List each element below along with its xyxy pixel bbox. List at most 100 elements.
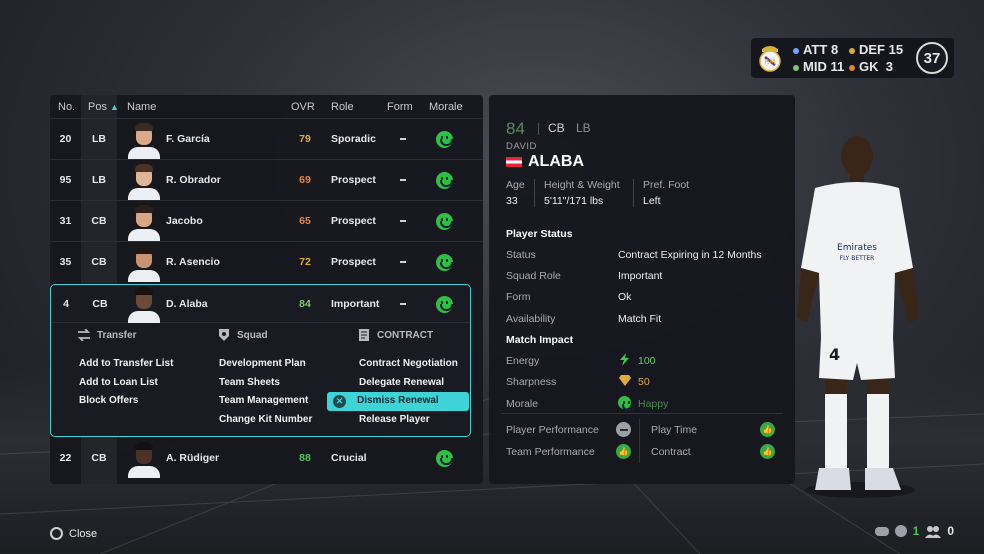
row-ovr: 65 [299,215,311,227]
header-name[interactable]: Name [127,101,156,113]
row-no: 95 [59,174,72,186]
mid-dot [793,64,799,71]
row-pos: LB [92,133,106,145]
friends-icon [925,525,942,538]
header-role[interactable]: Role [331,101,354,113]
svg-text:Emirates: Emirates [837,243,877,253]
status-value: Contract Expiring in 12 Months [618,249,762,261]
age-value: 33 [506,195,518,207]
player-position: CB [548,121,565,135]
svg-text:RM: RM [765,58,776,66]
transfer-menu: Transfer Add to Transfer List Add to Loa… [77,329,173,411]
def-dot [849,47,855,54]
team-sheets-button[interactable]: Team Sheets [217,374,312,393]
row-no: 22 [59,452,72,464]
add-to-loan-list-button[interactable]: Add to Loan List [77,374,173,393]
row-ovr: 79 [299,133,311,145]
table-row[interactable]: 22 CB A. Rüdiger 88 Crucial [50,438,483,478]
header-pos[interactable]: Pos ▲ [88,101,119,113]
sort-asc-icon: ▲ [110,101,119,112]
player-portrait [128,123,160,159]
squad-menu: Squad Development Plan Team Sheets Team … [217,329,312,429]
row-role: Prospect [331,215,376,227]
form-indicator [398,160,408,200]
player-portrait [128,287,160,323]
squad-list-panel: No. Pos ▲ Name OVR Role Form Morale 20 L… [50,95,483,484]
age-label: Age [506,179,525,191]
contract-menu-label: CONTRACT [377,329,434,341]
contract-label: Contract [651,446,691,458]
morale-happy-icon [434,201,454,241]
release-player-button[interactable]: Release Player [357,411,469,430]
player-portrait [128,442,160,478]
team-management-button[interactable]: Team Management [217,392,312,411]
player-detail-panel: 84 CB LB DAVID ALABA Age 33 Height & Wei… [489,95,795,484]
morale-happy-icon [434,160,454,200]
add-to-transfer-list-button[interactable]: Add to Transfer List [77,355,173,374]
contract-negotiation-button[interactable]: Contract Negotiation [357,355,469,374]
row-ovr: 72 [299,256,311,268]
team-performance-label: Team Performance [506,446,595,458]
table-row[interactable]: 20 LB F. García 79 Sporadic [50,118,483,159]
availability-value: Match Fit [618,313,662,325]
energy-bolt-icon [620,353,629,366]
row-role: Crucial [331,452,367,464]
row-pos: LB [92,174,106,186]
delegate-renewal-button[interactable]: Delegate Renewal [357,374,469,393]
row-no: 35 [59,256,72,268]
def-value: 15 [888,42,904,57]
block-offers-button[interactable]: Block Offers [77,392,173,411]
header-morale[interactable]: Morale [429,101,463,113]
contract-document-icon [359,329,369,341]
transfer-menu-title: Transfer [77,329,173,341]
row-role: Prospect [331,256,376,268]
att-value: 8 [830,42,839,57]
change-kit-number-button[interactable]: Change Kit Number [217,411,312,430]
att-label: ATT [803,42,828,57]
row-name: D. Alaba [166,298,208,310]
dismiss-renewal-button[interactable]: ✕ Dismiss Renewal [327,392,469,411]
thumbs-up-icon: 👍 [760,444,775,459]
svg-text:FLY BETTER: FLY BETTER [840,255,875,262]
header-no[interactable]: No. [58,101,75,113]
gk-dot [849,64,855,71]
thumbs-up-icon: 👍 [760,422,775,437]
row-no: 20 [59,133,72,145]
def-label: DEF [859,42,885,57]
table-row[interactable]: 31 CB Jacobo 65 Prospect [50,200,483,241]
player-last-name: ALABA [528,153,584,170]
development-plan-button[interactable]: Development Plan [217,355,312,374]
row-name: F. García [166,133,210,145]
svg-text:4: 4 [829,345,840,364]
gk-label: GK [859,59,879,74]
status-label: Status [506,249,536,261]
table-row[interactable]: 35 CB R. Asencio 72 Prospect [50,241,483,282]
header-ovr[interactable]: OVR [291,101,315,113]
row-name: Jacobo [166,215,203,227]
player-model-image: Emirates FLY BETTER 4 [797,136,919,498]
header-pos-label: Pos [88,100,107,113]
sharpness-label: Sharpness [506,376,557,388]
row-role: Sporadic [331,133,376,145]
mid-label: MID [803,59,827,74]
player-portrait [128,164,160,200]
height-weight-label: Height & Weight [544,179,620,191]
contract-menu: CONTRACT Contract Negotiation Delegate R… [327,329,469,430]
squad-rating-badge: RM ATT 8 DEF 15 MID 11 GK 3 37 [751,38,954,78]
controller-icon [874,526,889,536]
table-row-selected[interactable]: 4 CB D. Alaba 84 Important [51,285,470,323]
att-dot [793,47,799,54]
close-action[interactable]: Close [50,527,97,540]
row-pos: CB [92,298,108,310]
row-name: R. Asencio [166,256,220,268]
header-form[interactable]: Form [387,101,413,113]
table-header: No. Pos ▲ Name OVR Role Form Morale [50,95,483,118]
form-label: Form [506,291,531,303]
online-count: 1 [912,524,920,538]
morale-value: Happy [638,398,669,410]
table-row[interactable]: 95 LB R. Obrador 69 Prospect [50,159,483,200]
selected-player-row[interactable]: 4 CB D. Alaba 84 Important Transfer Add … [50,284,471,437]
friends-count: 0 [947,524,954,538]
dismiss-renewal-label: Dismiss Renewal [357,395,439,406]
morale-label: Morale [506,398,539,410]
